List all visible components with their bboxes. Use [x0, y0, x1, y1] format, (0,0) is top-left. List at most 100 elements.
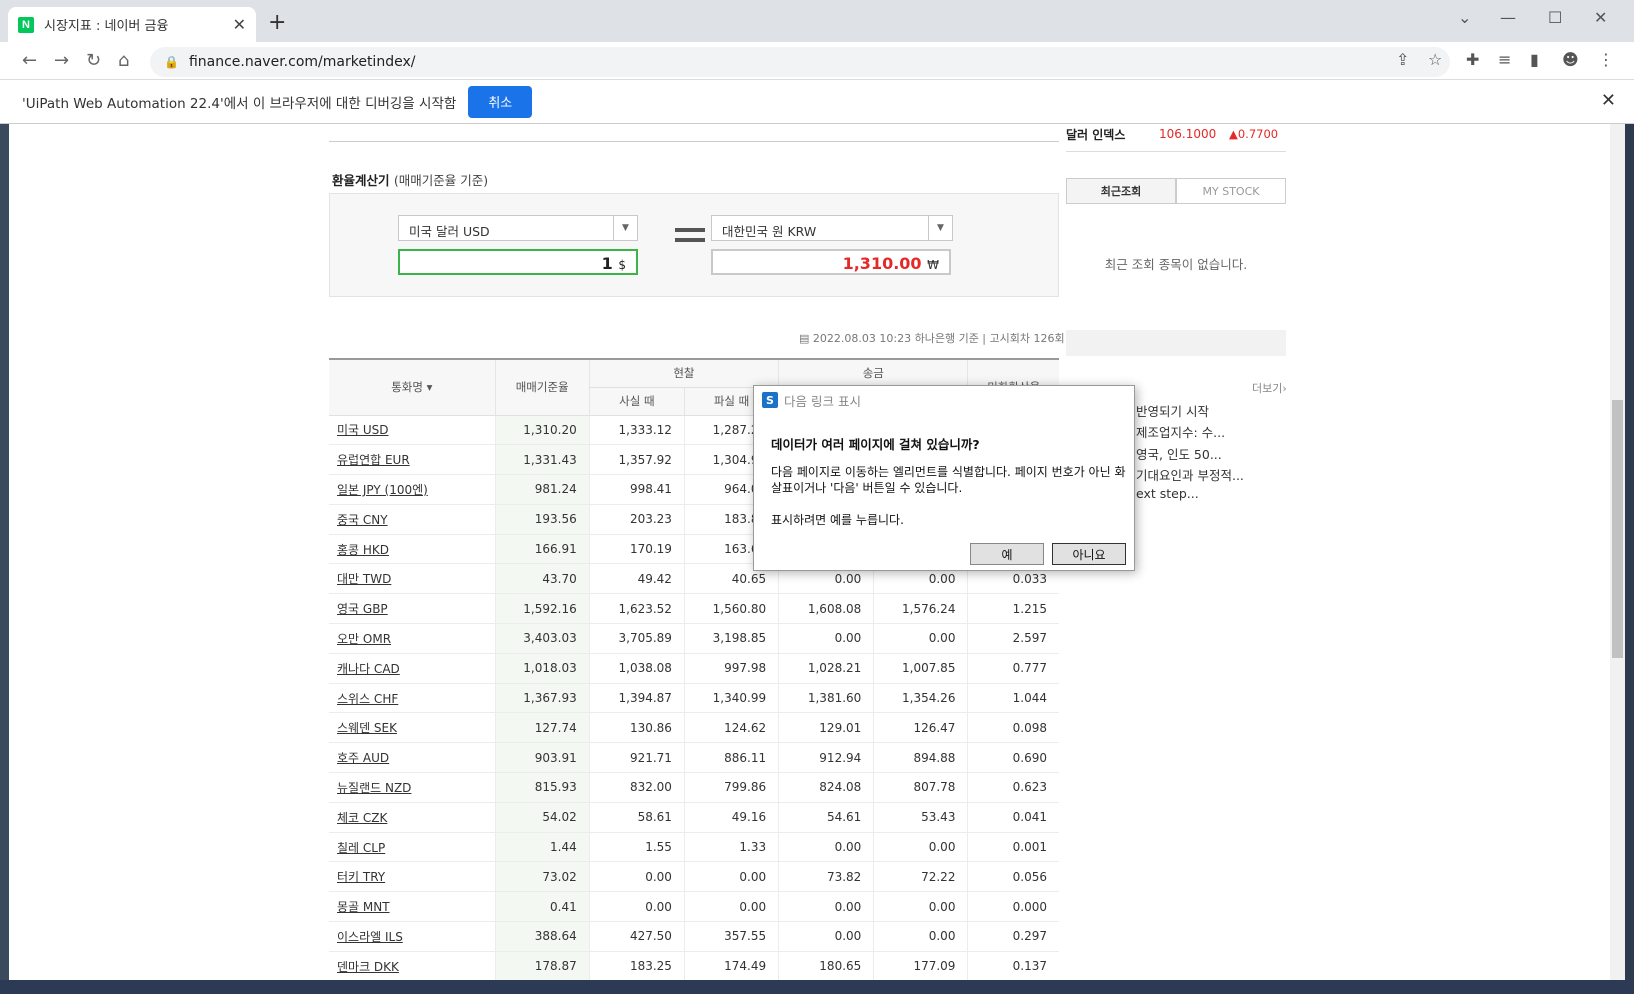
more-link[interactable]: 더보기›: [1252, 380, 1287, 396]
currency-cell: 스위스 CHF: [329, 683, 496, 714]
profile-avatar-icon[interactable]: ☻: [1562, 50, 1579, 69]
media-icon[interactable]: ≡: [1498, 50, 1511, 69]
currency-link[interactable]: 덴마크 DKK: [337, 960, 399, 974]
menu-kebab-icon[interactable]: ⋮: [1598, 50, 1614, 69]
news-item[interactable]: 반영되기 시작: [1136, 401, 1209, 420]
no-button[interactable]: 아니요: [1052, 543, 1126, 565]
currency-cell: 터키 TRY: [329, 861, 496, 893]
currency-link[interactable]: 스웨덴 SEK: [337, 721, 397, 735]
usd-rate: 0.623: [967, 772, 1059, 803]
base-rate: 43.70: [494, 563, 590, 595]
currency-link[interactable]: 스위스 CHF: [337, 692, 398, 706]
dialog-hint: 표시하려면 예를 누릅니다.: [771, 513, 904, 527]
transfer-send: 73.82: [778, 861, 874, 893]
reload-icon[interactable]: ↻: [86, 50, 101, 71]
cash-buy: 1,357.92: [588, 444, 685, 476]
transfer-send: 129.01: [778, 712, 874, 744]
currency-link[interactable]: 체코 CZK: [337, 811, 387, 825]
currency-link[interactable]: 몽골 MNT: [337, 900, 390, 914]
currency-link[interactable]: 뉴질랜드 NZD: [337, 781, 411, 795]
transfer-receive: 807.78: [873, 772, 968, 803]
cash-buy: 998.41: [588, 474, 685, 505]
transfer-send: 0.00: [778, 921, 874, 952]
currency-link[interactable]: 일본 JPY (100엔): [337, 483, 428, 497]
bookmark-star-icon[interactable]: ☆: [1428, 50, 1442, 69]
usd-rate: 1.215: [967, 593, 1059, 625]
currency-cell: 이스라엘 ILS: [329, 921, 496, 952]
cash-sell: 124.62: [683, 712, 779, 744]
currency-link[interactable]: 중국 CNY: [337, 513, 388, 527]
browser-tab[interactable]: N 시장지표 : 네이버 금융 ✕: [8, 7, 256, 42]
cancel-debugging-button[interactable]: 취소: [468, 85, 533, 118]
tab-search-icon[interactable]: ⌄: [1458, 8, 1471, 27]
usd-rate: 0.041: [967, 802, 1059, 833]
cash-buy: 3,705.89: [588, 623, 685, 654]
news-item[interactable]: ext step...: [1136, 486, 1199, 501]
side-panel-icon[interactable]: ▮: [1530, 50, 1539, 69]
usd-rate: 2.597: [967, 623, 1059, 654]
maximize-icon[interactable]: ☐: [1548, 8, 1562, 27]
news-item[interactable]: 기대요인과 부정적...: [1136, 465, 1244, 484]
extensions-icon[interactable]: ✚: [1466, 50, 1479, 69]
tab-mystock[interactable]: MY STOCK: [1176, 178, 1286, 204]
yes-button[interactable]: 예: [970, 543, 1044, 565]
address-bar[interactable]: 🔒 finance.naver.com/marketindex/: [150, 47, 1450, 77]
back-icon[interactable]: ←: [22, 50, 37, 71]
share-icon[interactable]: ⇪: [1396, 50, 1409, 69]
currency-link[interactable]: 캐나다 CAD: [337, 662, 400, 676]
window-close-icon[interactable]: ✕: [1594, 8, 1607, 27]
minimize-icon[interactable]: —: [1500, 8, 1516, 27]
home-icon[interactable]: ⌂: [118, 50, 129, 71]
cash-sell: 357.55: [683, 921, 779, 952]
rate-meta: ▤ 2022.08.03 10:23 하나은행 기준 | 고시회차 126회: [799, 332, 1065, 345]
currency-link[interactable]: 이스라엘 ILS: [337, 930, 403, 944]
exchange-calculator: 미국 달러 USD ▼ 1 $ 대한민국 원 KRW ▼ 1,310.00 ₩: [329, 193, 1059, 297]
market-tabs: [329, 124, 1059, 142]
header-cash: 현찰: [588, 359, 779, 388]
table-row: 뉴질랜드 NZD 815.93 832.00 799.86 824.08 807.78 0.…: [329, 772, 1059, 803]
meta-source: 하나은행 기준: [914, 332, 979, 345]
currency-link[interactable]: 유럽연합 EUR: [337, 453, 410, 467]
currency-link[interactable]: 호주 AUD: [337, 751, 389, 765]
news-item[interactable]: 영국, 인도 50...: [1136, 444, 1222, 463]
cash-buy: 130.86: [588, 712, 685, 744]
transfer-receive: 126.47: [873, 712, 968, 744]
transfer-receive: 1,576.24: [873, 593, 968, 625]
header-currency[interactable]: 통화명 ▾: [329, 359, 496, 416]
transfer-receive: 0.00: [873, 891, 968, 923]
equals-icon: [675, 228, 705, 242]
table-row: 호주 AUD 903.91 921.71 886.11 912.94 894.88 0.69…: [329, 742, 1059, 774]
transfer-send: 180.65: [778, 951, 874, 980]
base-rate: 166.91: [494, 534, 590, 565]
currency-link[interactable]: 영국 GBP: [337, 602, 388, 616]
dollar-unit: $: [618, 258, 626, 272]
currency-link[interactable]: 오만 OMR: [337, 632, 391, 646]
uipath-icon: S: [762, 392, 778, 408]
calculator-title: 환율계산기 (매매기준율 기준): [332, 173, 489, 188]
cash-buy: 832.00: [588, 772, 685, 803]
transfer-receive: 0.00: [873, 921, 968, 952]
url-text: finance.naver.com/marketindex/: [188, 54, 416, 70]
currency-link[interactable]: 대만 TWD: [337, 572, 391, 586]
infobar-close-icon[interactable]: ✕: [1601, 90, 1616, 111]
to-amount-input[interactable]: 1,310.00 ₩: [711, 249, 951, 275]
table-row: 스위스 CHF 1,367.93 1,394.87 1,340.99 1,381.60 1…: [329, 683, 1059, 714]
news-item[interactable]: 제조업지수: 수...: [1136, 422, 1225, 441]
currency-link[interactable]: 터키 TRY: [337, 870, 385, 884]
currency-cell: 체코 CZK: [329, 802, 496, 833]
new-tab-icon[interactable]: +: [268, 10, 286, 35]
transfer-receive: 0.00: [873, 623, 968, 654]
to-currency-select[interactable]: 대한민국 원 KRW ▼: [711, 215, 953, 241]
forward-icon[interactable]: →: [54, 50, 69, 71]
tab-close-icon[interactable]: ✕: [233, 15, 246, 34]
currency-link[interactable]: 홍콩 HKD: [337, 543, 389, 557]
scrollbar-thumb[interactable]: [1612, 400, 1623, 658]
tab-recent[interactable]: 최근조회: [1066, 178, 1176, 204]
table-row: 오만 OMR 3,403.03 3,705.89 3,198.85 0.00 0.00 2.…: [329, 623, 1059, 654]
currency-link[interactable]: 칠레 CLP: [337, 841, 385, 855]
from-amount-input[interactable]: 1 $: [398, 249, 638, 275]
from-currency-select[interactable]: 미국 달러 USD ▼: [398, 215, 638, 241]
transfer-send: 824.08: [778, 772, 874, 803]
transfer-send: 1,028.21: [778, 653, 874, 684]
currency-link[interactable]: 미국 USD: [337, 423, 389, 437]
